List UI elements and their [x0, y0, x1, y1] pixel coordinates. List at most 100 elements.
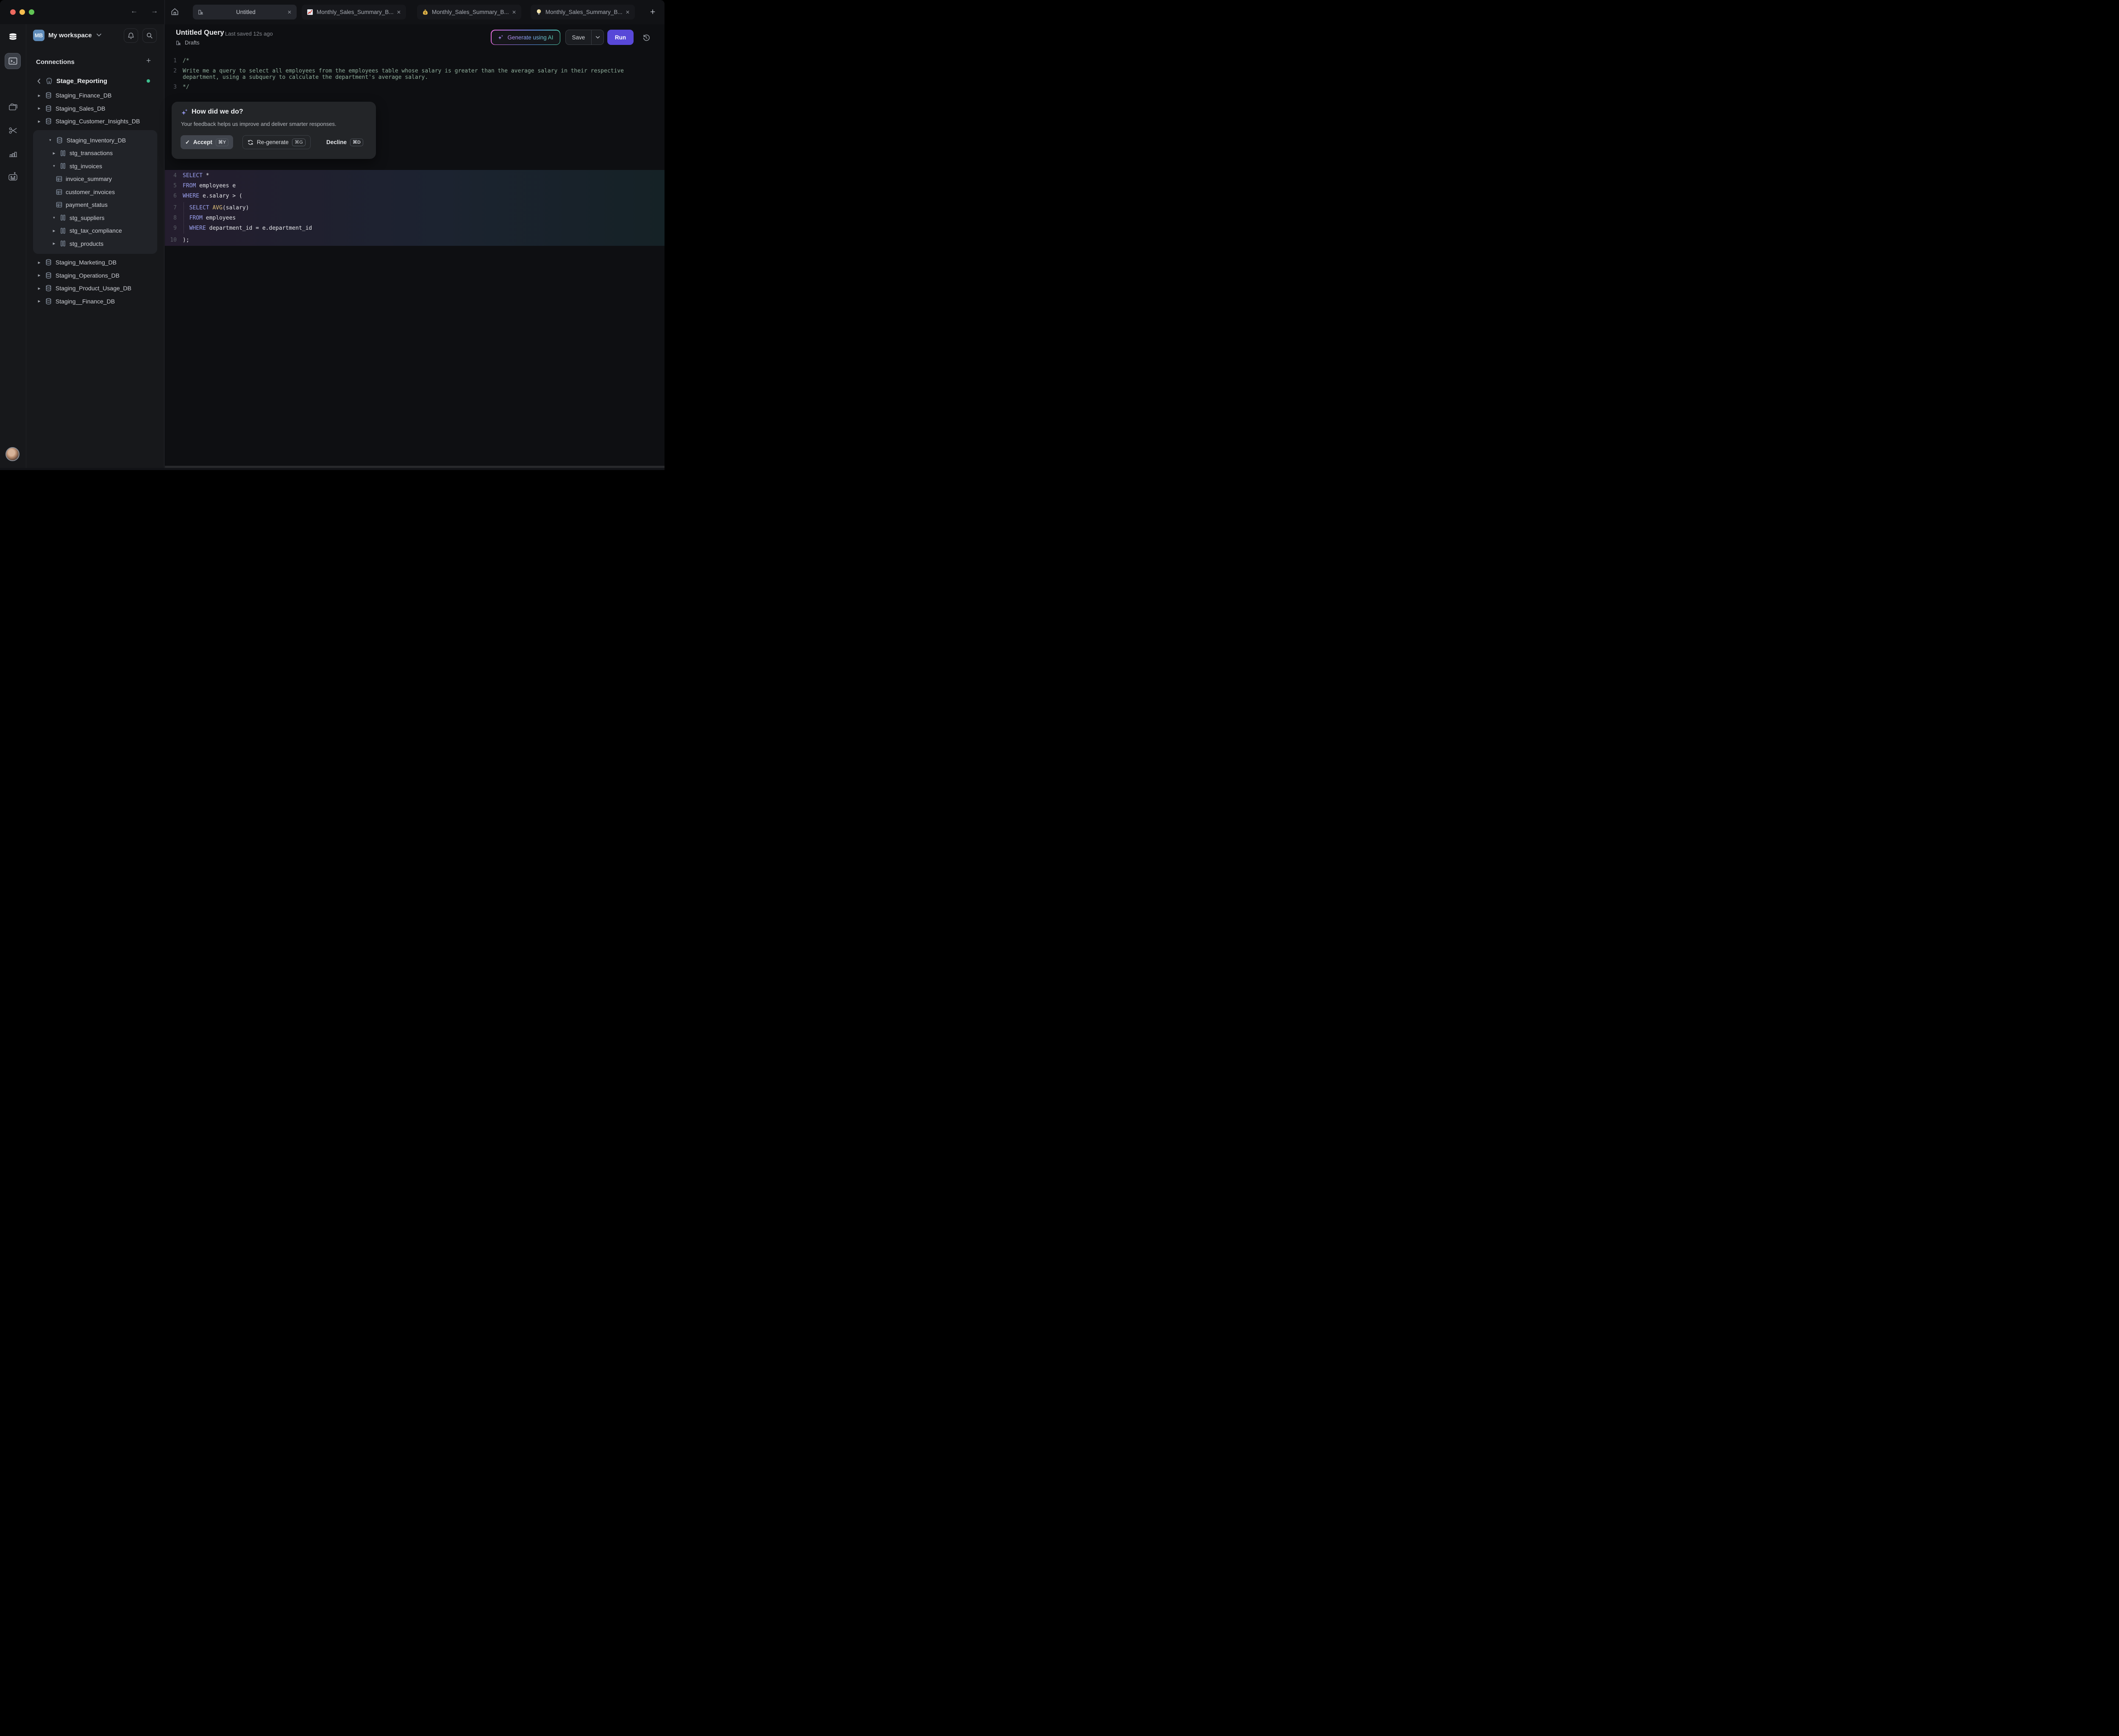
tree-item-table[interactable]: invoice_summary: [33, 172, 157, 186]
home-icon[interactable]: [171, 8, 179, 16]
caret-right-icon[interactable]: ▶: [36, 299, 42, 303]
caret-right-icon[interactable]: ▶: [36, 94, 42, 97]
new-tab-button[interactable]: +: [650, 7, 655, 17]
regenerate-button[interactable]: Re-generate ⌘G: [242, 135, 311, 149]
workspace-badge[interactable]: MB: [33, 30, 44, 41]
tree-item-database[interactable]: ▶ Staging_Operations_DB: [26, 269, 164, 282]
close-icon[interactable]: ✕: [626, 9, 630, 15]
tab-untitled[interactable]: Untitled ✕: [193, 5, 297, 19]
tree-item-label: stg_suppliers: [70, 214, 105, 221]
caret-right-icon[interactable]: ▶: [36, 106, 42, 110]
rail-item-snippets-scissors[interactable]: [0, 126, 26, 135]
tree-item-table[interactable]: payment_status: [33, 198, 157, 211]
decline-button[interactable]: Decline ⌘D: [322, 135, 368, 149]
caret-down-icon[interactable]: ▼: [51, 164, 57, 168]
workspace-name[interactable]: My workspace: [48, 32, 92, 39]
app-window: ← → Untitled ✕ Monthly_Sales_Summary_B..…: [0, 0, 665, 470]
folder-user-icon: [176, 40, 182, 46]
code-line[interactable]: FROM employees: [183, 215, 236, 222]
query-location[interactable]: Drafts: [176, 39, 200, 46]
refresh-icon: [247, 139, 253, 145]
code-comment[interactable]: */: [183, 84, 189, 91]
line-number: 9: [165, 225, 177, 232]
tree-item-table[interactable]: customer_invoices: [33, 186, 157, 199]
rail-item-ai-robot[interactable]: [0, 172, 26, 181]
traffic-close-button[interactable]: [10, 9, 16, 15]
tree-item-database[interactable]: ▶ Staging_Sales_DB: [26, 102, 164, 115]
code-line[interactable]: WHERE e.salary > (: [183, 193, 242, 200]
user-avatar[interactable]: [6, 447, 19, 461]
code-comment[interactable]: department, using a subquery to calculat…: [183, 74, 428, 81]
chevron-left-icon[interactable]: [37, 78, 41, 84]
query-title[interactable]: Untitled Query: [176, 29, 224, 37]
database-icon: [56, 137, 63, 144]
tree-item-database[interactable]: ▶ Staging_Finance_DB: [26, 89, 164, 102]
tree-item-database-expanded[interactable]: ▼ Staging_Inventory_DB: [33, 134, 157, 147]
line-number: 5: [165, 183, 177, 189]
tree-item-schema-expanded[interactable]: ▼ stg_suppliers: [33, 211, 157, 225]
caret-right-icon[interactable]: ▶: [51, 151, 57, 155]
caret-down-icon[interactable]: ▼: [47, 138, 53, 142]
tab-label: Monthly_Sales_Summary_B...: [432, 9, 509, 15]
rail-item-files[interactable]: [0, 103, 26, 111]
save-menu-button[interactable]: [592, 30, 603, 45]
caret-right-icon[interactable]: ▶: [36, 120, 42, 123]
tab-monthly-sales-2[interactable]: $ Monthly_Sales_Summary_B... ✕: [417, 5, 521, 19]
database-icon: [45, 92, 52, 99]
search-button[interactable]: [142, 28, 157, 43]
save-split-button: Save: [565, 30, 604, 45]
tree-item-schema-expanded[interactable]: ▼ stg_invoices: [33, 160, 157, 173]
chevron-down-icon[interactable]: [96, 33, 102, 37]
svg-text:$: $: [424, 11, 426, 14]
traffic-zoom-button[interactable]: [29, 9, 34, 15]
code-comment[interactable]: /*: [183, 58, 189, 64]
line-number: 10: [165, 237, 177, 244]
tree-item-schema[interactable]: ▶ stg_transactions: [33, 147, 157, 160]
tree-item-database[interactable]: ▶ Staging__Finance_DB: [26, 295, 164, 308]
close-icon[interactable]: ✕: [397, 9, 401, 15]
tree-item-database[interactable]: ▶ Staging_Marketing_DB: [26, 256, 164, 269]
tree-item-database[interactable]: ▶ Staging_Customer_Insights_DB: [26, 115, 164, 128]
caret-right-icon[interactable]: ▶: [36, 261, 42, 264]
back-arrow-icon[interactable]: ←: [131, 7, 138, 15]
code-line[interactable]: WHERE department_id = e.department_id: [183, 225, 312, 232]
tree-item-database[interactable]: ▶ Staging_Product_Usage_DB: [26, 282, 164, 295]
close-icon[interactable]: ✕: [512, 9, 516, 15]
run-button[interactable]: Run: [607, 30, 634, 45]
tree-item-schema[interactable]: ▶ stg_tax_compliance: [33, 224, 157, 237]
generate-ai-button[interactable]: Generate using AI: [491, 30, 560, 45]
caret-right-icon[interactable]: ▶: [36, 273, 42, 277]
connection-stage-reporting[interactable]: Stage_Reporting: [26, 75, 164, 87]
notifications-button[interactable]: [124, 28, 138, 43]
feedback-title: How did we do?: [192, 108, 243, 116]
code-line[interactable]: SELECT *: [183, 172, 209, 179]
save-button[interactable]: Save: [566, 30, 591, 45]
sparkles-icon: [181, 108, 189, 116]
traffic-minimize-button[interactable]: [19, 9, 25, 15]
close-icon[interactable]: ✕: [287, 9, 292, 15]
table-columns-icon: [60, 163, 66, 169]
history-icon[interactable]: [642, 33, 650, 42]
line-number: 4: [165, 172, 177, 179]
table-columns-icon: [60, 228, 66, 234]
line-number: 7: [165, 205, 177, 211]
code-line[interactable]: FROM employees e: [183, 183, 236, 189]
code-line[interactable]: SELECT AVG(salary): [183, 205, 249, 211]
caret-right-icon[interactable]: ▶: [36, 287, 42, 290]
tab-label: Monthly_Sales_Summary_B...: [317, 9, 393, 15]
rail-item-query-editor[interactable]: [5, 53, 21, 69]
forward-arrow-icon[interactable]: →: [151, 7, 158, 15]
caret-right-icon[interactable]: ▶: [51, 229, 57, 233]
add-connection-button[interactable]: +: [146, 56, 151, 66]
code-comment[interactable]: Write me a query to select all employees…: [183, 68, 624, 75]
caret-down-icon[interactable]: ▼: [51, 216, 57, 220]
caret-right-icon[interactable]: ▶: [51, 242, 57, 245]
code-line[interactable]: );: [183, 237, 189, 244]
tree-item-schema[interactable]: ▶ stg_products: [33, 237, 157, 250]
query-editor-area: Untitled Query Last saved 12s ago Drafts…: [165, 24, 665, 468]
tab-monthly-sales-1[interactable]: Monthly_Sales_Summary_B... ✕: [302, 5, 406, 19]
line-number: 3: [165, 84, 177, 91]
rail-item-charts[interactable]: [0, 149, 26, 158]
accept-button[interactable]: ✓ Accept ⌘Y: [181, 135, 233, 149]
tab-monthly-sales-3[interactable]: Monthly_Sales_Summary_B... ✕: [531, 5, 635, 19]
